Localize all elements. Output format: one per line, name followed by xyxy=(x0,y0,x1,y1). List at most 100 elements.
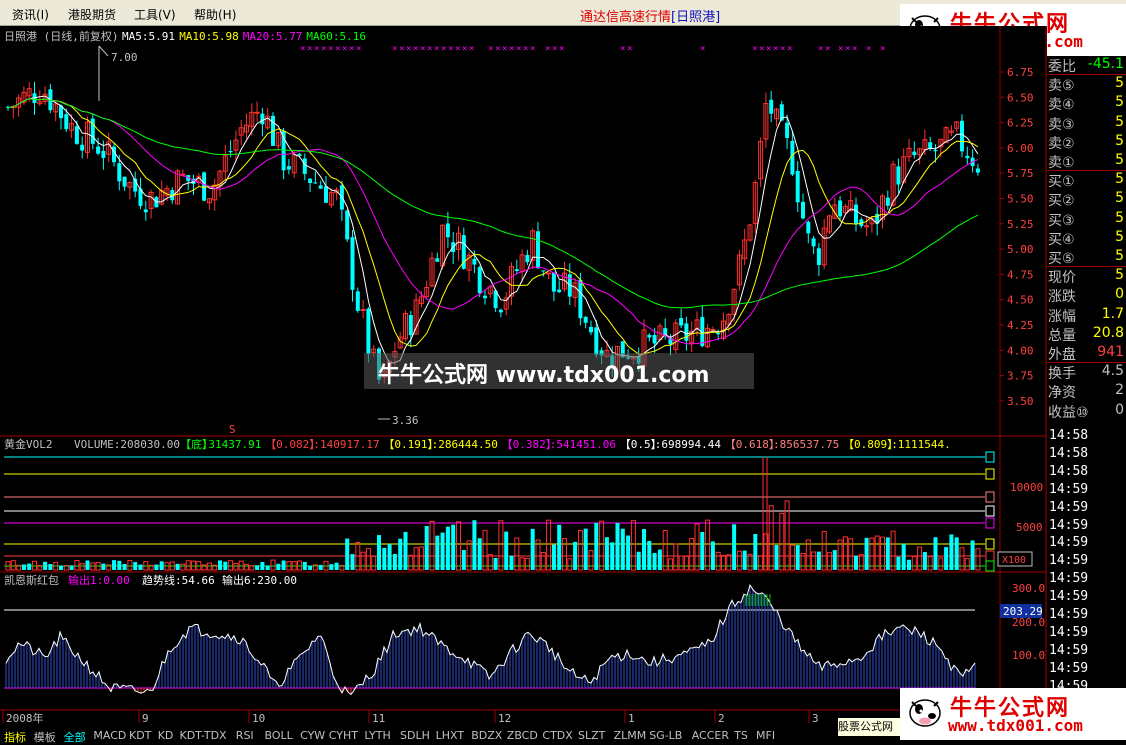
order-book-separator xyxy=(1047,362,1126,364)
signal-x: × xyxy=(321,44,326,54)
candle-body xyxy=(254,111,260,114)
indicator-tab[interactable]: 全部 xyxy=(64,729,86,745)
vol-level-value: :541451.06 xyxy=(550,438,616,451)
indicator-tab[interactable]: BDZX xyxy=(471,729,502,742)
indicator-tab[interactable]: 指标 xyxy=(4,729,26,745)
signal-x: × xyxy=(399,44,404,54)
app-title: 通达信高速行情[日照港] xyxy=(580,10,721,25)
candle-body xyxy=(360,309,366,312)
candle-body xyxy=(960,120,964,152)
indicator-tab[interactable]: CYW xyxy=(300,729,325,742)
order-book-label: 买② xyxy=(1048,193,1075,210)
indicator-tab[interactable]: 模板 xyxy=(34,729,56,745)
price-tick-label: 5.00 xyxy=(1007,243,1034,256)
signal-x: × xyxy=(845,44,850,54)
volume-bar xyxy=(832,550,837,570)
indicator-tab[interactable]: CTDX xyxy=(542,729,572,742)
volume-bar xyxy=(133,562,138,570)
volume-bar xyxy=(944,547,949,570)
kent-tick-label: 300.0 xyxy=(1012,582,1045,595)
candle-body xyxy=(202,172,207,201)
indicator-tab[interactable]: LHXT xyxy=(436,729,464,742)
volume-bar xyxy=(907,559,911,570)
indicator-tab[interactable]: LYTH xyxy=(364,729,390,742)
indicator-tab[interactable]: KD xyxy=(158,729,174,742)
menu-help[interactable]: 帮助(H) xyxy=(194,6,236,23)
signal-x: × xyxy=(328,44,333,54)
brand-url[interactable]: www.tdx001.com xyxy=(948,716,1083,735)
s-marker: S xyxy=(229,423,236,436)
signal-x: × xyxy=(752,44,757,54)
vol-level-marker xyxy=(985,560,995,572)
order-book-label: 换手 xyxy=(1048,366,1076,383)
volume-bar xyxy=(636,551,641,570)
order-book-value: 5 xyxy=(1115,267,1124,284)
vol-title: 黄金VOL2 xyxy=(4,437,53,451)
menu-tools[interactable]: 工具(V) xyxy=(134,6,176,23)
order-book-row: 收益⑩ 0 xyxy=(1047,402,1126,421)
signal-x: × xyxy=(406,44,411,54)
tick-time: 14:59 xyxy=(1049,607,1089,622)
candle-body xyxy=(308,178,313,183)
order-book-value: 5 xyxy=(1115,113,1124,130)
indicator-tab[interactable]: KDT-TDX xyxy=(180,729,227,742)
candle-body xyxy=(806,221,811,234)
volume-bar xyxy=(657,549,662,570)
order-book-value: 5 xyxy=(1115,228,1124,245)
volume-bar xyxy=(551,544,556,570)
date-label: 2 xyxy=(718,712,725,725)
order-book-row: 卖② 5 xyxy=(1047,133,1126,152)
menu-info[interactable]: 资讯(I) xyxy=(12,6,49,23)
indicator-tab[interactable]: TS xyxy=(734,729,748,742)
bottom-banner[interactable]: 股票公式网 xyxy=(838,718,900,736)
volume-bar xyxy=(318,564,323,570)
order-book-label: 现价 xyxy=(1048,270,1076,287)
order-book-row: 买① 5 xyxy=(1047,171,1126,190)
indicator-tab[interactable]: MACD xyxy=(93,729,126,742)
tick-time: 14:59 xyxy=(1049,517,1089,533)
candle-body xyxy=(679,318,684,326)
candle-body xyxy=(652,334,657,344)
candle-body xyxy=(445,223,450,238)
volume-bar xyxy=(854,555,858,570)
stock-tag: [日照港] xyxy=(671,10,721,25)
indicator-tab[interactable]: SDLH xyxy=(400,729,430,742)
indicator-tab[interactable]: MFI xyxy=(756,729,775,742)
volume-bar xyxy=(387,543,392,570)
indicator-tab[interactable]: ZLMM xyxy=(614,729,647,742)
volume-bar xyxy=(816,551,821,570)
indicator-tab[interactable]: RSI xyxy=(236,729,254,742)
signal-x: × xyxy=(469,44,474,54)
indicator-tab[interactable]: SLZT xyxy=(578,729,605,742)
volume-bar xyxy=(281,560,286,570)
volume-bar xyxy=(138,564,143,570)
signal-x: × xyxy=(509,44,514,54)
order-book-label: 买⑤ xyxy=(1048,251,1075,267)
date-label: 10 xyxy=(252,712,265,725)
date-label: 9 xyxy=(142,712,149,725)
indicator-tab[interactable]: BOLL xyxy=(265,729,293,742)
candle-body xyxy=(647,334,652,338)
volume-bar xyxy=(122,563,127,570)
indicator-tab[interactable]: ZBCD xyxy=(507,729,538,742)
candle-body xyxy=(896,166,901,185)
order-book-row: 总量 20.8 xyxy=(1047,325,1126,344)
volume-bar xyxy=(652,552,657,570)
signal-x: × xyxy=(825,44,830,54)
order-book-label: 净资 xyxy=(1048,385,1076,402)
indicator-tab[interactable]: SG-LB xyxy=(649,729,682,742)
signal-x: × xyxy=(787,44,792,54)
order-book-row: 卖③ 5 xyxy=(1047,114,1126,133)
low-label: 3.36 xyxy=(392,414,419,427)
menu-hk-futures[interactable]: 港股期货 xyxy=(68,6,116,23)
kent-trend: 趋势线:54.66 xyxy=(142,573,215,587)
order-book-value: 5 xyxy=(1115,209,1124,226)
candle-body xyxy=(557,289,562,293)
indicator-tab[interactable]: KDT xyxy=(129,729,151,742)
indicator-tab[interactable]: CYHT xyxy=(329,729,358,742)
price-tick-label: 4.50 xyxy=(1007,294,1034,307)
signal-x: × xyxy=(462,44,467,54)
candle-body xyxy=(801,201,805,219)
indicator-tab[interactable]: ACCER xyxy=(692,729,729,742)
volume-bar xyxy=(970,540,975,570)
